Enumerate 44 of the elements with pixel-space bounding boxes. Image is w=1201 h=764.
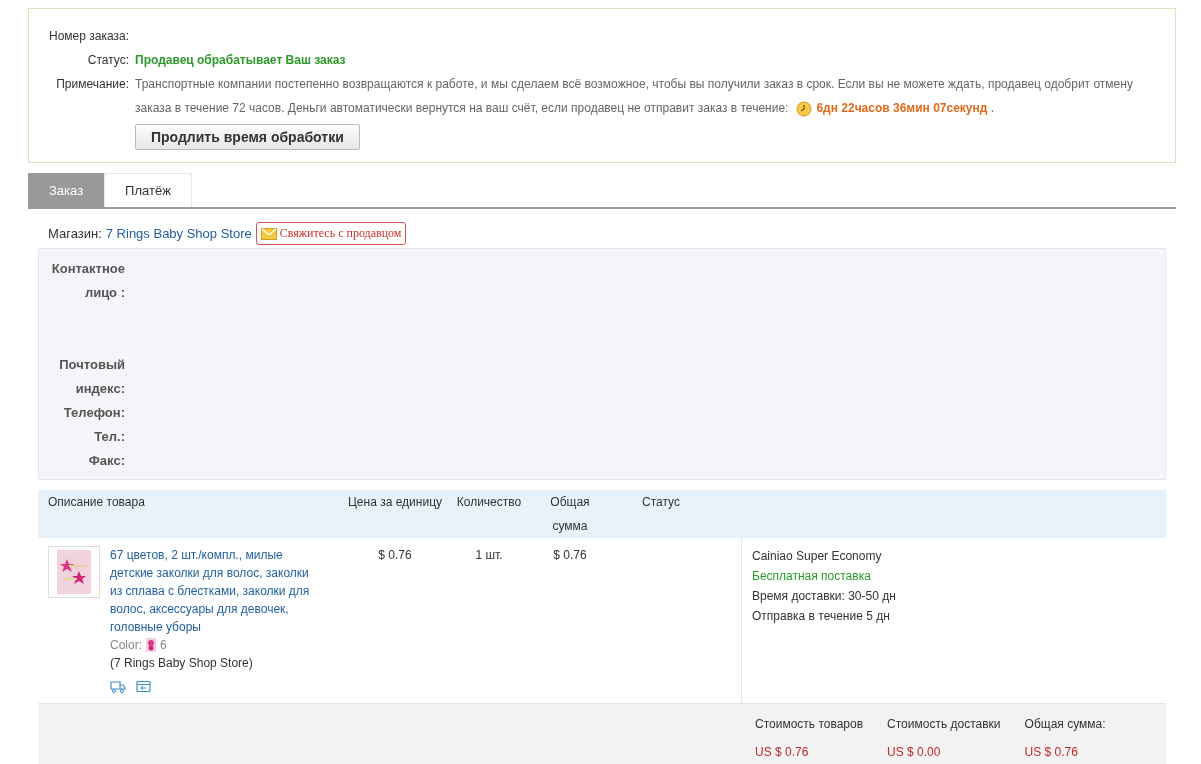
total-value: US $ 0.76 [1024, 744, 1079, 761]
total-label: Общая сумма: [1024, 716, 1106, 733]
delivery-time: Время доставки: 30-50 дн [752, 588, 897, 605]
envelope-icon [260, 227, 277, 240]
tab[interactable]: Платёж [104, 173, 192, 207]
clock-icon [796, 100, 813, 117]
countdown-timer: 6дн 22часов 36мин 07секунд [816, 101, 988, 115]
store-label: Магазин: [48, 226, 102, 241]
column-header: Количество [455, 494, 523, 511]
return-icon[interactable] [136, 680, 151, 693]
extend-time-button[interactable]: Продлить время обработки [135, 124, 360, 150]
note-text: Транспортные компании постепенно возвращаются к работе, и мы сделаем всё возможное, чтобы вы получили заказ в срок. Если вы не можете ждать, продавец одобрит отмену [135, 76, 1134, 93]
quantity: 1 шт. [475, 548, 503, 562]
order-number-label: Номер заказа: [48, 28, 129, 45]
unit-price: $ 0.76 [378, 548, 412, 562]
column-header: Статус [641, 494, 681, 511]
store-link[interactable]: 7 Rings Baby Shop Store [105, 226, 252, 241]
dispatch-time: Отправка в течение 5 дн [752, 608, 891, 625]
total-label: Стоимость товаров [755, 716, 864, 733]
item-total: $ 0.76 [553, 548, 587, 562]
shipping-cost: Бесплатная поставка [752, 568, 872, 585]
address-field-label: Телефон: [62, 404, 125, 422]
status-text: Продавец обрабатывает Ваш заказ [135, 53, 346, 67]
note-text: заказа в течение 72 часов. Деньги автоматически вернутся на ваш счёт, если продавец не отправит заказ в течение: [135, 101, 789, 115]
product-title-link[interactable]: 67 цветов, 2 шт./компл., милые детские заколки для волос, заколки из сплава с блестками, заколки для волос, аксессуары для девочек, головные уборы [110, 546, 322, 636]
total-value: US $ 0.00 [887, 744, 942, 761]
total-label: Стоимость доставки [887, 716, 1001, 733]
address-field-label: Тел.: [93, 428, 125, 446]
address-field-label: Контактное лицо : [50, 260, 125, 302]
column-header: Описание товара [47, 494, 146, 511]
color-value: 6 [160, 637, 167, 654]
truck-icon[interactable] [110, 680, 126, 693]
period-text: . [990, 101, 995, 115]
contact-seller-button[interactable]: Свяжитесь с продавцом [255, 222, 407, 245]
column-header: Цена за единицу [347, 494, 443, 511]
status-label: Статус: [86, 52, 129, 69]
shipping-method: Cainiao Super Economy [752, 548, 883, 565]
address-field-label: Почтовый индекс: [58, 356, 125, 398]
note-label: Примечание: [55, 76, 129, 93]
column-header: Общая сумма [549, 494, 591, 535]
address-field-label: Факс: [87, 452, 125, 470]
product-store-name: (7 Rings Baby Shop Store) [110, 655, 254, 672]
color-label: Color: [110, 637, 142, 654]
total-value: US $ 0.76 [755, 744, 810, 761]
